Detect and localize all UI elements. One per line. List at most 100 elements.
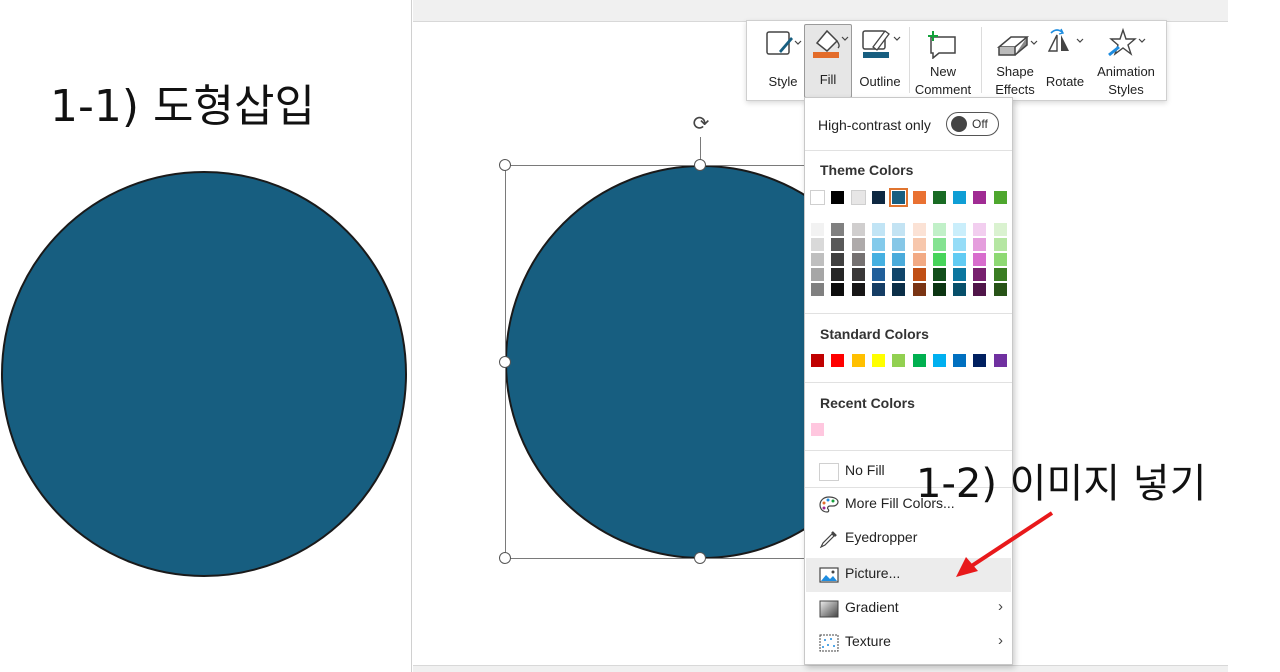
new-comment-label-1: New — [929, 64, 956, 79]
theme-shade-swatch[interactable] — [973, 268, 987, 281]
theme-color-swatch[interactable] — [953, 191, 967, 204]
standard-color-swatch[interactable] — [993, 354, 1007, 367]
theme-color-swatch[interactable] — [831, 191, 845, 204]
standard-color-swatch[interactable] — [973, 354, 987, 367]
new-comment-button[interactable]: New Comment — [913, 25, 973, 97]
theme-shade-swatch[interactable] — [953, 223, 967, 236]
theme-shade-swatch[interactable] — [871, 283, 885, 296]
theme-shade-swatch[interactable] — [831, 223, 845, 236]
theme-shade-swatch[interactable] — [811, 238, 824, 251]
theme-shade-swatch[interactable] — [912, 223, 926, 236]
left-title: 1-1) 도형삽입 — [50, 81, 315, 132]
standard-color-swatch[interactable] — [811, 354, 824, 367]
theme-shade-swatch[interactable] — [912, 253, 926, 266]
theme-shade-swatch[interactable] — [851, 253, 865, 266]
standard-color-swatch[interactable] — [892, 354, 906, 367]
new-comment-icon — [928, 31, 956, 59]
standard-color-swatch[interactable] — [831, 354, 845, 367]
theme-shade-swatch[interactable] — [993, 253, 1007, 266]
theme-shade-swatch[interactable] — [871, 253, 885, 266]
gradient-item[interactable]: Gradient › — [806, 592, 1011, 624]
standard-color-swatch[interactable] — [851, 354, 865, 367]
theme-shade-swatch[interactable] — [831, 238, 845, 251]
theme-shade-swatch[interactable] — [993, 268, 1007, 281]
left-slide-preview: 1-1) 도형삽입 — [0, 0, 412, 672]
theme-shade-swatch[interactable] — [973, 253, 987, 266]
theme-shade-swatch[interactable] — [811, 253, 824, 266]
theme-shade-swatch[interactable] — [993, 238, 1007, 251]
style-button[interactable]: Style — [757, 25, 809, 97]
theme-shade-swatch[interactable] — [932, 253, 946, 266]
high-contrast-toggle[interactable]: Off — [946, 112, 999, 136]
theme-shade-swatch[interactable] — [892, 238, 906, 251]
theme-shade-swatch[interactable] — [973, 283, 987, 296]
resize-handle-top-left[interactable] — [499, 159, 511, 171]
theme-color-swatch[interactable] — [932, 191, 946, 204]
theme-shade-swatch[interactable] — [973, 238, 987, 251]
theme-shade-swatch[interactable] — [932, 223, 946, 236]
theme-shade-swatch[interactable] — [871, 223, 885, 236]
resize-handle-left[interactable] — [499, 356, 511, 368]
theme-colors-header: Theme Colors — [820, 162, 914, 178]
pen-outline-icon — [862, 30, 901, 58]
fill-button[interactable]: Fill — [804, 24, 852, 98]
theme-shade-swatch[interactable] — [871, 238, 885, 251]
outline-button[interactable]: Outline — [855, 25, 905, 97]
rotate-button[interactable]: Rotate — [1041, 25, 1089, 97]
theme-shade-swatch[interactable] — [912, 238, 926, 251]
standard-color-swatch[interactable] — [953, 354, 967, 367]
texture-item[interactable]: Texture › — [806, 626, 1011, 658]
theme-shade-swatch[interactable] — [851, 283, 865, 296]
theme-shade-swatch[interactable] — [993, 223, 1007, 236]
theme-color-swatch[interactable] — [871, 191, 885, 204]
theme-shade-swatch[interactable] — [912, 268, 926, 281]
resize-handle-top[interactable] — [694, 159, 706, 171]
theme-shade-swatch[interactable] — [811, 283, 824, 296]
theme-shade-swatch[interactable] — [892, 283, 906, 296]
theme-shade-swatch[interactable] — [912, 283, 926, 296]
theme-shade-swatch[interactable] — [932, 283, 946, 296]
texture-icon — [819, 634, 839, 652]
standard-color-swatch[interactable] — [932, 354, 946, 367]
theme-color-swatch[interactable] — [973, 191, 987, 204]
theme-shade-swatch[interactable] — [811, 268, 824, 281]
theme-shade-swatch[interactable] — [871, 268, 885, 281]
theme-shade-swatch[interactable] — [932, 238, 946, 251]
standard-color-swatch[interactable] — [871, 354, 885, 367]
recent-color-swatch[interactable] — [811, 423, 824, 436]
theme-shade-swatch[interactable] — [932, 268, 946, 281]
texture-label: Texture — [845, 633, 891, 649]
theme-shade-swatch[interactable] — [892, 268, 906, 281]
shape-effects-icon — [996, 36, 1038, 56]
theme-shade-swatch[interactable] — [811, 223, 824, 236]
theme-shade-swatch[interactable] — [953, 283, 967, 296]
animation-star-icon — [1108, 27, 1146, 57]
theme-shade-swatch[interactable] — [892, 253, 906, 266]
theme-shade-swatch[interactable] — [831, 268, 845, 281]
theme-color-swatch[interactable] — [993, 191, 1007, 204]
standard-color-swatch[interactable] — [912, 354, 926, 367]
high-contrast-label: High-contrast only — [818, 117, 931, 133]
left-circle-shape — [1, 171, 407, 577]
shape-effects-button[interactable]: Shape Effects — [987, 25, 1043, 97]
resize-handle-bottom-left[interactable] — [499, 552, 511, 564]
theme-shade-swatch[interactable] — [953, 238, 967, 251]
resize-handle-bottom[interactable] — [694, 552, 706, 564]
theme-color-swatch[interactable] — [850, 190, 866, 205]
theme-shade-swatch[interactable] — [831, 283, 845, 296]
theme-shade-swatch[interactable] — [892, 223, 906, 236]
theme-shade-swatch[interactable] — [953, 253, 967, 266]
theme-shade-swatch[interactable] — [831, 253, 845, 266]
theme-shade-swatch[interactable] — [851, 223, 865, 236]
theme-color-swatch[interactable] — [912, 191, 926, 204]
theme-shade-swatch[interactable] — [953, 268, 967, 281]
animation-styles-button[interactable]: Animation Styles — [1091, 25, 1161, 97]
theme-shade-swatch[interactable] — [851, 238, 865, 251]
theme-color-swatch[interactable] — [889, 188, 909, 207]
theme-shade-swatch[interactable] — [851, 268, 865, 281]
animation-styles-label-1: Animation — [1097, 64, 1155, 79]
theme-shade-swatch[interactable] — [993, 283, 1007, 296]
theme-color-swatch[interactable] — [810, 190, 825, 205]
rotate-handle-icon[interactable]: ⟳ — [689, 112, 713, 136]
theme-shade-swatch[interactable] — [973, 223, 987, 236]
